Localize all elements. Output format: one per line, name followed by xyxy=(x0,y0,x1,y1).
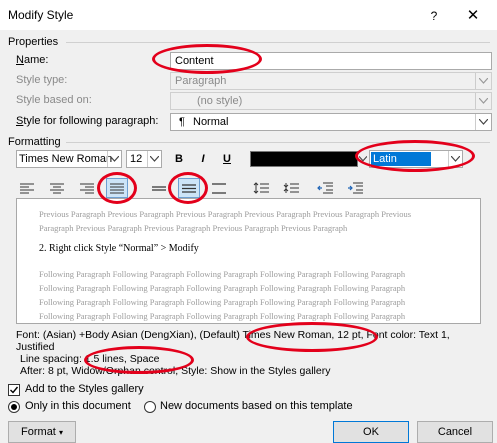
name-field[interactable]: Content xyxy=(170,52,492,70)
decrease-indent-icon[interactable] xyxy=(314,178,336,198)
preview-following-line-1: Following Paragraph Following Paragraph … xyxy=(39,269,406,279)
bold-button[interactable]: B xyxy=(170,150,188,168)
font-dropdown[interactable]: Times New Roman xyxy=(16,150,122,168)
one-half-spacing-icon[interactable] xyxy=(178,178,200,198)
preview-sample-text: 2. Right click Style “Normal” > Modify xyxy=(39,243,199,254)
following-paragraph-dropdown[interactable]: ¶ Normal xyxy=(170,113,492,131)
align-right-icon[interactable] xyxy=(76,178,98,198)
cancel-button[interactable]: Cancel xyxy=(417,421,493,443)
style-description: Font: (Asian) +Body Asian (DengXian), (D… xyxy=(16,329,481,377)
preview-previous-line-1: Previous Paragraph Previous Paragraph Pr… xyxy=(39,209,412,219)
description-line-2: Justified xyxy=(16,341,55,353)
format-menu-button[interactable]: Format ▾ xyxy=(8,421,76,443)
formatting-section-label: Formatting xyxy=(8,136,61,148)
style-type-dropdown[interactable]: Paragraph xyxy=(170,72,492,90)
font-size-dropdown[interactable]: 12 xyxy=(126,150,162,168)
preview-following-line-2: Following Paragraph Following Paragraph … xyxy=(39,283,406,293)
new-documents-label: New documents based on this template xyxy=(160,400,353,412)
increase-indent-icon[interactable] xyxy=(344,178,366,198)
chevron-down-icon xyxy=(147,151,161,167)
chevron-down-icon xyxy=(475,93,491,109)
italic-button[interactable]: I xyxy=(194,150,212,168)
script-dropdown[interactable]: Latin xyxy=(369,150,463,168)
window-title: Modify Style xyxy=(8,8,74,22)
based-on-label: Style based on: xyxy=(16,94,92,106)
close-button[interactable]: ✕ xyxy=(458,5,488,27)
help-button[interactable]: ? xyxy=(420,6,448,26)
double-spacing-icon[interactable] xyxy=(208,178,230,198)
based-on-dropdown[interactable]: (no style) xyxy=(170,92,492,110)
font-color-swatch[interactable] xyxy=(250,151,358,167)
formatting-divider xyxy=(66,142,490,143)
chevron-down-icon xyxy=(107,151,121,167)
only-this-document-label: Only in this document xyxy=(25,400,131,412)
script-value: Latin xyxy=(373,153,397,165)
chevron-down-icon xyxy=(448,151,462,167)
name-label: Name: xyxy=(16,54,49,66)
style-type-value: Paragraph xyxy=(175,75,227,87)
single-spacing-icon[interactable] xyxy=(148,178,170,198)
add-to-gallery-label: Add to the Styles gallery xyxy=(25,383,144,395)
style-type-label: Style type: xyxy=(16,74,68,86)
style-preview-pane: Previous Paragraph Previous Paragraph Pr… xyxy=(16,198,481,324)
only-this-document-radio[interactable] xyxy=(8,401,20,413)
chevron-down-icon xyxy=(475,114,491,130)
description-line-3: Line spacing: 1.5 lines, Space xyxy=(20,353,160,365)
caret-down-icon: ▾ xyxy=(58,428,63,437)
new-documents-radio[interactable] xyxy=(144,401,156,413)
preview-previous-line-2: Paragraph Previous Paragraph Previous Pa… xyxy=(39,223,348,233)
name-field-value: Content xyxy=(175,55,214,67)
following-paragraph-value: Normal xyxy=(193,116,229,128)
properties-section-label: Properties xyxy=(8,36,59,48)
font-size-value: 12 xyxy=(130,153,143,165)
based-on-value: (no style) xyxy=(197,95,243,107)
chevron-down-icon[interactable] xyxy=(358,151,368,167)
chevron-down-icon xyxy=(475,73,491,89)
description-line-1: Font: (Asian) +Body Asian (DengXian), (D… xyxy=(16,329,450,341)
format-button-label: Format xyxy=(21,426,56,438)
font-value: Times New Roman xyxy=(19,153,113,165)
align-left-icon[interactable] xyxy=(16,178,38,198)
pilcrow-icon: ¶ xyxy=(179,116,185,128)
underline-button[interactable]: U xyxy=(218,150,236,168)
properties-divider xyxy=(66,42,490,43)
justify-icon[interactable] xyxy=(106,178,128,198)
decrease-paragraph-spacing-icon[interactable] xyxy=(280,178,302,198)
following-paragraph-label: Style for following paragraph: xyxy=(16,115,159,127)
preview-following-line-4: Following Paragraph Following Paragraph … xyxy=(39,311,406,321)
increase-paragraph-spacing-icon[interactable] xyxy=(250,178,272,198)
preview-following-line-3: Following Paragraph Following Paragraph … xyxy=(39,297,406,307)
align-center-icon[interactable] xyxy=(46,178,68,198)
description-line-4: After: 8 pt, Widow/Orphan control, Style… xyxy=(20,365,331,377)
add-to-gallery-checkbox[interactable] xyxy=(8,384,20,396)
ok-button[interactable]: OK xyxy=(333,421,409,443)
